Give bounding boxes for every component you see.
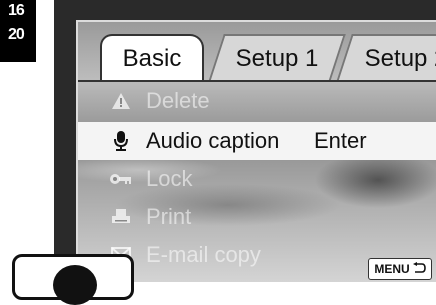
callout-blob bbox=[53, 265, 97, 305]
tab-setup-1-label: Setup 1 bbox=[235, 45, 319, 72]
menu-item-label: Print bbox=[146, 204, 192, 229]
menu-item-audio-caption[interactable]: Audio caption Enter bbox=[78, 122, 436, 160]
tab-setup-2-label: Setup 2 bbox=[364, 45, 436, 72]
menu-panel: Basic Setup 1 Setup 2 Delete Audio capti… bbox=[76, 20, 436, 282]
callout-icon bbox=[12, 254, 134, 305]
menu-item-delete[interactable]: Delete bbox=[78, 82, 436, 120]
counter-top: 16 bbox=[8, 2, 25, 19]
menu-back-button[interactable]: MENU bbox=[368, 258, 432, 280]
menu-item-lock[interactable]: Lock bbox=[78, 160, 436, 198]
tab-setup-1[interactable]: Setup 1 bbox=[208, 34, 346, 82]
menu-item-value: Enter bbox=[314, 128, 367, 153]
printer-icon bbox=[110, 206, 132, 228]
tab-basic[interactable]: Basic bbox=[100, 34, 204, 82]
menu-item-label: Delete bbox=[146, 88, 210, 113]
key-icon bbox=[110, 168, 132, 190]
counter-bottom: 20 bbox=[8, 26, 25, 43]
status-strip: 16 20 bbox=[0, 0, 36, 62]
menu-item-label: E-mail copy bbox=[146, 242, 261, 267]
menu-item-label: Lock bbox=[146, 166, 193, 191]
menu-item-label: Audio caption bbox=[146, 128, 280, 153]
menu-back-label: MENU bbox=[374, 262, 410, 276]
microphone-icon bbox=[110, 130, 132, 152]
tab-setup-2[interactable]: Setup 2 bbox=[336, 34, 436, 82]
menu-item-print[interactable]: Print bbox=[78, 198, 436, 236]
return-arrow-icon bbox=[412, 261, 426, 277]
warning-icon bbox=[110, 90, 132, 112]
tab-basic-label: Basic bbox=[122, 45, 182, 72]
